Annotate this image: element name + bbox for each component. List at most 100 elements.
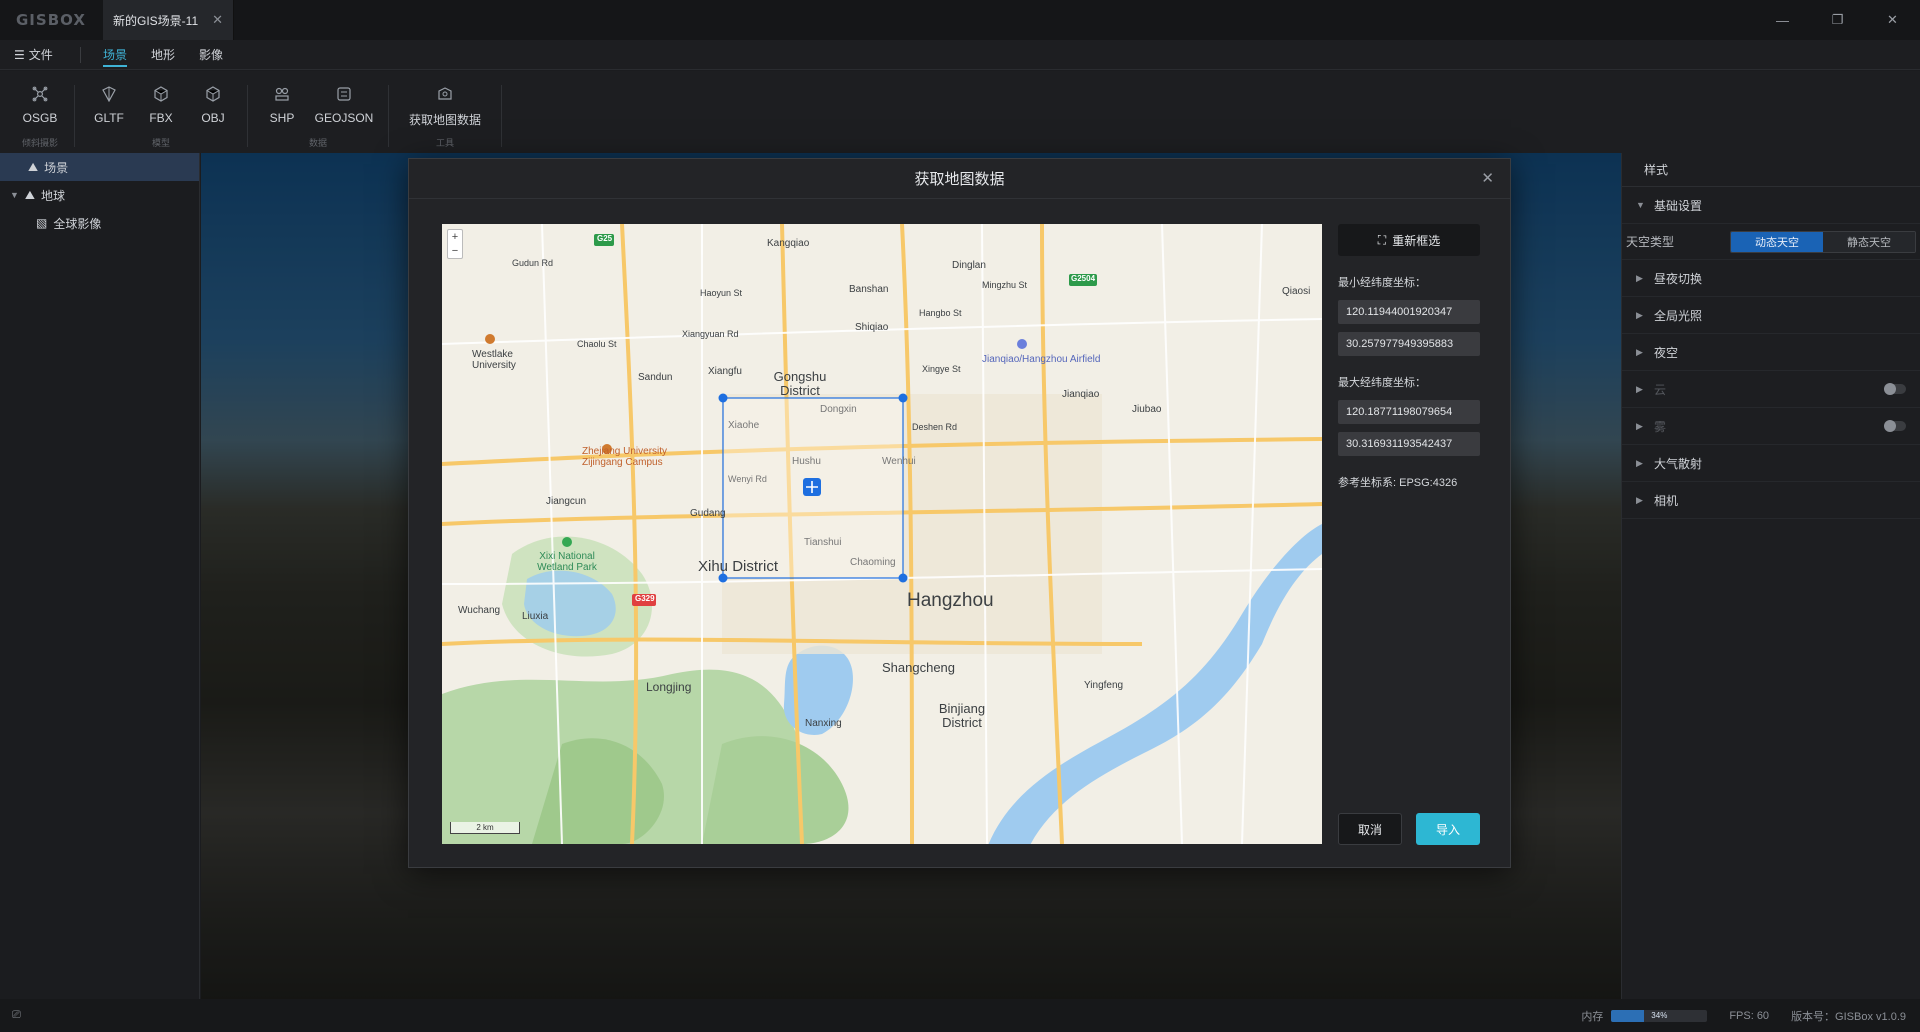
chevron-right-icon: ▶: [1636, 420, 1643, 431]
map-label: Deshen Rd: [912, 422, 958, 432]
cancel-button[interactable]: 取消: [1338, 813, 1402, 845]
max-lon-field[interactable]: 120.18771198079654: [1338, 400, 1480, 424]
section-atmosphere[interactable]: ▶ 大气散射: [1622, 445, 1920, 482]
section-basic-settings[interactable]: ▼ 基础设置: [1622, 187, 1920, 224]
map-label: Xiangyuan Rd: [682, 329, 739, 339]
cloud-toggle[interactable]: [1884, 383, 1906, 395]
map-data-icon: [436, 85, 454, 103]
min-lat-field[interactable]: 30.257977949395883: [1338, 332, 1480, 356]
tree-item-label: 场景: [44, 160, 69, 175]
section-global-lighting[interactable]: ▶ 全局光照: [1622, 297, 1920, 334]
section-cloud[interactable]: ▶ 云: [1622, 371, 1920, 408]
toolbar: OSGB 倾斜摄影 GLTF FBX OBJ 模型 SHP GEOJSON 数据…: [0, 71, 1920, 153]
import-button[interactable]: 导入: [1416, 813, 1480, 845]
get-map-data-button[interactable]: 获取地图数据: [397, 85, 493, 128]
dialog-title: 获取地图数据: [914, 171, 1005, 188]
tab-scene[interactable]: 场景: [91, 40, 139, 70]
map-label: Haoyun St: [700, 288, 743, 298]
tree-item-global-imagery[interactable]: ▧ 全球影像: [0, 209, 199, 237]
gltf-button[interactable]: GLTF: [83, 85, 135, 125]
obj-button[interactable]: OBJ: [187, 85, 239, 125]
select-frame-icon: ⛶: [1377, 232, 1387, 247]
tab-terrain[interactable]: 地形: [139, 40, 187, 70]
section-label: 昼夜切换: [1654, 271, 1703, 286]
map-label: Mingzhu St: [982, 280, 1028, 290]
shp-label: SHP: [269, 111, 295, 125]
get-map-data-label: 获取地图数据: [408, 113, 481, 127]
chevron-down-icon[interactable]: ▼: [10, 190, 19, 200]
file-menu[interactable]: ☰ 文件: [0, 46, 80, 63]
section-night-sky[interactable]: ▶ 夜空: [1622, 334, 1920, 371]
sky-type-label: 天空类型: [1626, 235, 1675, 249]
chevron-right-icon: ▶: [1636, 272, 1643, 283]
map-labels: Kangqiao Dinglan Gudun Rd Banshan Haoyun…: [442, 224, 1322, 844]
osgb-button[interactable]: OSGB: [14, 85, 66, 125]
sky-static-option[interactable]: 静态天空: [1823, 231, 1915, 252]
map-label: Gongshu District: [773, 369, 827, 398]
map-view[interactable]: Kangqiao Dinglan Gudun Rd Banshan Haoyun…: [442, 224, 1322, 844]
map-label: Jiubao: [1132, 404, 1162, 415]
gltf-label: GLTF: [94, 111, 124, 125]
chevron-right-icon: ▶: [1636, 383, 1643, 394]
highway-shield: G329: [635, 594, 655, 603]
zoom-in-button[interactable]: +: [452, 231, 458, 243]
close-icon[interactable]: ✕: [1865, 0, 1920, 40]
sky-dynamic-option[interactable]: 动态天空: [1731, 231, 1823, 252]
close-icon[interactable]: ✕: [1481, 169, 1494, 187]
geojson-button[interactable]: GEOJSON: [308, 85, 380, 125]
map-label: Xingye St: [922, 364, 961, 374]
file-menu-label: 文件: [28, 48, 53, 62]
menu-divider: [80, 46, 81, 63]
map-label: Westlake University: [472, 349, 516, 371]
style-panel-tabs: 样式: [1622, 153, 1920, 187]
chevron-right-icon: ▶: [1636, 494, 1643, 505]
document-tab[interactable]: 新的GIS场景-11 ✕: [103, 0, 235, 40]
chevron-right-icon: ▶: [1636, 457, 1643, 468]
min-lon-field[interactable]: 120.11944001920347: [1338, 300, 1480, 324]
zoom-out-button[interactable]: −: [452, 245, 458, 257]
map-label: Xiangfu: [708, 366, 742, 377]
group-label-model: 模型: [151, 138, 170, 148]
geojson-label: GEOJSON: [314, 111, 374, 125]
section-day-night[interactable]: ▶ 昼夜切换: [1622, 260, 1920, 297]
scene-tree-panel: ⛰ 场景 ▼ ⛰ 地球 ▧ 全球影像: [0, 153, 200, 999]
fbx-icon: [152, 85, 170, 103]
version-label: 版本号：GISBox v1.0.9: [1791, 1010, 1906, 1023]
reselect-label: 重新框选: [1392, 233, 1441, 248]
map-label: Jiangcun: [546, 496, 587, 507]
memory-bar: 34%: [1611, 1009, 1708, 1022]
section-fog[interactable]: ▶ 雾: [1622, 408, 1920, 445]
tree-item-label: 地球: [41, 188, 66, 203]
osgb-icon: [31, 85, 49, 103]
section-camera[interactable]: ▶ 相机: [1622, 482, 1920, 519]
close-tab-icon[interactable]: ✕: [212, 12, 223, 28]
map-label: Hushu: [792, 456, 821, 467]
fbx-label: FBX: [149, 111, 173, 125]
tree-item-earth[interactable]: ▼ ⛰ 地球: [0, 181, 199, 209]
map-label: Gudang: [690, 508, 726, 519]
section-label: 夜空: [1654, 345, 1679, 360]
sky-type-row: 天空类型 动态天空 静态天空: [1622, 224, 1920, 260]
map-label: Jianqiao/Hangzhou Airfield: [982, 354, 1101, 365]
reselect-button[interactable]: ⛶ 重新框选: [1338, 224, 1480, 256]
max-coord-label: 最大经纬度坐标：: [1338, 377, 1426, 389]
group-label-oblique: 倾斜摄影: [21, 138, 58, 148]
tree-item-scene[interactable]: ⛰ 场景: [0, 153, 199, 181]
tab-style[interactable]: 样式: [1630, 161, 1682, 186]
restore-icon[interactable]: ❐: [1810, 0, 1865, 40]
fog-toggle[interactable]: [1884, 420, 1906, 432]
map-label: Liuxia: [522, 611, 549, 622]
app-window: GISBOX 新的GIS场景-11 ✕ — ❐ ✕ ☰ 文件 场景 地形 影像: [0, 0, 1920, 1032]
minimize-icon[interactable]: —: [1755, 0, 1810, 40]
map-label: Wuchang: [458, 605, 501, 616]
sky-type-switch: 动态天空 静态天空: [1730, 230, 1916, 253]
map-label: Binjiang District: [938, 701, 986, 730]
map-label: Dinglan: [952, 260, 986, 271]
map-label: Shiqiao: [855, 322, 889, 333]
max-lat-field[interactable]: 30.316931193542437: [1338, 432, 1480, 456]
fbx-button[interactable]: FBX: [135, 85, 187, 125]
status-info-icon[interactable]: ⎚: [12, 1009, 21, 1022]
shp-button[interactable]: SHP: [256, 85, 308, 125]
toolbar-group-oblique: OSGB 倾斜摄影: [0, 85, 75, 148]
tab-imagery[interactable]: 影像: [187, 40, 235, 70]
